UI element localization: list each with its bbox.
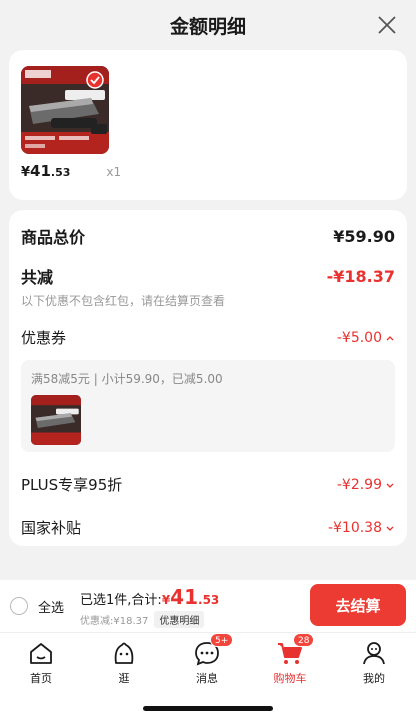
profile-icon (363, 642, 385, 665)
messages-badge: 5+ (210, 633, 234, 647)
subsidy-value: -¥10.38 (327, 519, 382, 536)
sheet-header: 金额明细 (0, 0, 416, 50)
checkout-bar: 全选 已选1件,合计: ¥41.53 优惠减:¥18.37 优惠明细 去结算 (0, 580, 416, 632)
coupon-row[interactable]: 优惠券 -¥5.00 (21, 327, 395, 348)
reduce-label: 共减 (21, 268, 54, 287)
product-quantity: x1 (106, 165, 122, 179)
tab-profile-label: 我的 (363, 672, 385, 685)
chevron-up-icon (386, 335, 394, 340)
discount-text: 优惠减:¥18.37 (80, 615, 149, 627)
total-price: ¥41.53 (161, 584, 220, 609)
plus-label: PLUS专享95折 (21, 476, 123, 494)
product-image (21, 66, 109, 154)
chevron-down-icon (386, 526, 394, 531)
subsidy-label: 国家补贴 (21, 519, 82, 537)
sheet-title: 金额明细 (169, 15, 246, 38)
select-all-label[interactable]: 全选 (38, 597, 64, 616)
product-card: ¥41.53 x1 (9, 50, 407, 200)
product-price-row: ¥41.53 x1 (21, 162, 395, 180)
select-all-checkbox[interactable] (10, 597, 28, 615)
reduce-row: 共减 -¥18.37 (21, 264, 395, 288)
tab-explore[interactable]: 逛 (94, 639, 154, 686)
discount-detail-button[interactable]: 优惠明细 (154, 610, 205, 628)
tab-home[interactable]: 首页 (11, 639, 71, 686)
amount-detail-sheet: 金额明细 ¥41.53 x1 商品总价 ¥59.90 共减 -¥18.37 以下… (0, 0, 416, 580)
checkout-button[interactable]: 去结算 (310, 584, 406, 626)
total-row: 商品总价 ¥59.90 (21, 224, 395, 248)
tab-cart[interactable]: 28 购物车 (260, 633, 320, 686)
home-indicator (143, 706, 273, 711)
coupon-detail-box: 满58减5元 | 小计59.90，已减5.00 (21, 360, 395, 452)
subsidy-row: 国家补贴 -¥10.38 (21, 517, 395, 538)
product-price: ¥41.53 (21, 162, 71, 180)
cart-badge: 28 (293, 633, 315, 647)
tab-cart-label: 购物车 (273, 672, 307, 685)
coupon-product-thumbnail (31, 395, 81, 445)
explore-icon (114, 642, 134, 664)
reduce-note: 以下优惠不包含红包，请在结算页查看 (21, 294, 226, 308)
price-detail-card: 商品总价 ¥59.90 共减 -¥18.37 以下优惠不包含红包，请在结算页查看… (9, 210, 407, 546)
home-icon (30, 643, 52, 664)
coupon-product-image (31, 395, 81, 445)
plus-value: -¥2.99 (336, 476, 382, 493)
order-summary: 已选1件,合计: ¥41.53 优惠减:¥18.37 优惠明细 (80, 585, 219, 628)
coupon-description: 满58减5元 | 小计59.90，已减5.00 (31, 372, 223, 386)
total-label: 商品总价 (21, 228, 86, 247)
product-thumbnail[interactable] (21, 66, 109, 154)
tab-explore-label: 逛 (118, 672, 130, 685)
total-value: ¥59.90 (333, 226, 395, 246)
close-icon[interactable] (376, 14, 398, 36)
tab-messages[interactable]: 5+ 消息 (177, 633, 237, 686)
tab-messages-label: 消息 (196, 672, 218, 685)
selected-count-text: 已选1件,合计: (80, 592, 162, 608)
chevron-down-icon (386, 483, 394, 488)
tab-home-label: 首页 (30, 672, 52, 685)
coupon-value: -¥5.00 (336, 329, 382, 346)
tab-profile[interactable]: 我的 (344, 639, 404, 686)
plus-row: PLUS专享95折 -¥2.99 (21, 474, 395, 495)
reduce-value: -¥18.37 (326, 266, 395, 286)
coupon-label: 优惠券 (21, 329, 67, 347)
